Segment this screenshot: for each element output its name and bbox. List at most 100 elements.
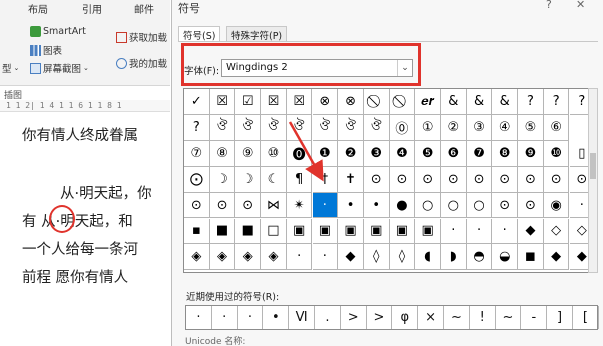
symbol-cell[interactable]: ▣ — [363, 218, 390, 245]
symbol-cell[interactable]: ✓ — [184, 89, 210, 115]
symbol-cell[interactable]: ⊙ — [209, 192, 236, 219]
symbol-cell[interactable]: ☾ — [261, 166, 287, 193]
recent-symbol-cell[interactable]: · — [238, 306, 264, 329]
close-button[interactable]: ✕ — [576, 0, 585, 11]
ribbon-tab-references[interactable]: 引用 — [82, 1, 102, 16]
symbol-cell[interactable]: ❷ — [338, 140, 364, 167]
symbol-cell[interactable]: ▣ — [312, 218, 339, 245]
symbol-cell[interactable]: ○ — [415, 192, 441, 219]
screenshot-button[interactable]: 屏幕截图 ⌄ — [30, 61, 89, 75]
symbol-cell[interactable]: ▣ — [389, 218, 416, 245]
symbol-cell[interactable]: ⊙ — [441, 166, 467, 193]
tab-symbols[interactable]: 符号(S) — [178, 26, 221, 42]
symbol-cell[interactable]: ঔ — [312, 114, 339, 141]
recent-symbol-cell[interactable]: · — [186, 306, 212, 329]
recent-symbols-row[interactable]: · · · • Ⅵ. > > φ × ~! ~ -][ — [185, 305, 599, 330]
recent-symbol-cell[interactable]: - — [521, 306, 548, 329]
symbol-cell[interactable]: ▪ — [184, 218, 210, 245]
symbol-cell[interactable]: ◆ — [518, 218, 544, 245]
symbol-cell[interactable]: ⃠ — [363, 89, 390, 115]
symbol-cell[interactable]: ? — [184, 114, 210, 141]
symbol-cell[interactable]: ❸ — [363, 140, 390, 167]
smartart-button[interactable]: SmartArt — [30, 26, 86, 37]
symbol-cell[interactable]: □ — [261, 218, 287, 245]
symbol-cell[interactable]: ☒ — [286, 89, 313, 115]
symbol-cell[interactable]: & — [492, 89, 519, 115]
symbol-cell[interactable]: ◈ — [184, 244, 210, 271]
symbol-cell[interactable]: ◈ — [261, 244, 287, 271]
symbol-cell[interactable]: ⊗ — [338, 89, 364, 115]
symbol-cell[interactable]: ✝ — [338, 166, 364, 193]
recent-symbol-cell[interactable]: ] — [547, 306, 573, 329]
symbol-cell[interactable]: ❹ — [389, 140, 416, 167]
symbol-cell[interactable]: ⓪ — [389, 114, 416, 141]
symbol-cell[interactable]: ② — [441, 114, 467, 141]
symbol-cell[interactable]: ☽ — [235, 166, 262, 193]
symbol-cell[interactable]: ঔ — [261, 114, 287, 141]
symbol-cell[interactable]: · — [286, 244, 313, 271]
symbol-cell[interactable]: · — [312, 244, 339, 271]
horizontal-ruler[interactable]: 1 1 2| 1 4 1 1 6 1 1 8 1 — [0, 100, 170, 112]
symbol-cell[interactable]: ⊙ — [543, 166, 570, 193]
symbol-cell[interactable]: ☑ — [235, 89, 262, 115]
recent-symbol-cell[interactable]: ~ — [496, 306, 522, 329]
symbol-cell[interactable]: ঔ — [235, 114, 262, 141]
symbol-cell[interactable]: ■ — [235, 218, 262, 245]
recent-symbol-cell[interactable]: • — [263, 306, 290, 329]
tab-special-characters[interactable]: 特殊字符(P) — [226, 26, 288, 42]
symbol-cell[interactable]: ◼ — [518, 244, 544, 271]
symbol-cell[interactable]: ③ — [466, 114, 493, 141]
shapes-stub[interactable]: 型 ⌄ — [2, 61, 19, 75]
recent-symbol-cell[interactable]: . — [315, 306, 341, 329]
symbol-cell[interactable]: ⓿ — [286, 140, 313, 167]
recent-symbol-cell[interactable]: × — [418, 306, 444, 329]
chart-button[interactable]: 图表 — [30, 43, 62, 57]
symbol-cell[interactable]: ■ — [209, 218, 236, 245]
symbol-cell[interactable]: ▣ — [415, 218, 441, 245]
symbol-cell[interactable]: ? — [543, 89, 570, 115]
symbol-cell[interactable]: ● — [389, 192, 416, 219]
symbol-cell[interactable]: ⊗ — [312, 89, 339, 115]
symbol-cell[interactable]: ⊙ — [492, 192, 519, 219]
symbol-cell[interactable]: ⃠ — [389, 89, 416, 115]
recent-symbol-cell[interactable]: · — [212, 306, 238, 329]
symbol-cell[interactable]: ❽ — [492, 140, 519, 167]
help-button[interactable]: ? — [546, 0, 552, 11]
symbol-cell[interactable]: & — [466, 89, 493, 115]
symbol-cell[interactable]: ① — [415, 114, 441, 141]
symbol-cell[interactable]: ⊙ — [466, 166, 493, 193]
symbol-cell[interactable]: ☒ — [209, 89, 236, 115]
symbol-cell[interactable]: ○ — [466, 192, 493, 219]
symbol-cell[interactable]: ❻ — [441, 140, 467, 167]
symbol-cell[interactable]: ◉ — [543, 192, 570, 219]
font-select[interactable]: Wingdings 2 ⌄ — [221, 59, 413, 77]
symbol-grid-scrollbar[interactable] — [588, 88, 598, 273]
symbol-cell[interactable]: ⊙ — [518, 192, 544, 219]
symbol-cell[interactable]: ⊙ — [235, 192, 262, 219]
symbol-cell[interactable]: ❾ — [518, 140, 544, 167]
symbol-cell[interactable]: ⊙ — [518, 166, 544, 193]
symbol-cell[interactable]: ⊙ — [184, 192, 210, 219]
symbol-cell[interactable]: ⑦ — [184, 140, 210, 167]
symbol-cell[interactable]: · — [441, 218, 467, 245]
symbol-cell[interactable]: ঔ — [286, 114, 313, 141]
symbol-cell[interactable]: 𝒆𝒓 — [415, 89, 441, 115]
symbol-grid[interactable]: ✓☒☑☒☒⊗⊗⃠⃠𝒆𝒓&&&????ঔঔঔঔঔঔঔ⓪①②③④⑤⑥⑦⑧⑨⑩⓿❶❷❸… — [183, 88, 596, 273]
symbol-cell[interactable]: ▣ — [286, 218, 313, 245]
symbol-cell[interactable]: ⑤ — [518, 114, 544, 141]
symbol-cell[interactable]: ঔ — [209, 114, 236, 141]
symbol-cell[interactable]: • — [363, 192, 390, 219]
scrollbar-thumb[interactable] — [590, 153, 596, 179]
symbol-cell[interactable]: ¶ — [286, 166, 313, 193]
symbol-cell[interactable]: • — [338, 192, 364, 219]
my-addins-button[interactable]: 我的加载 — [116, 56, 167, 70]
recent-symbol-cell[interactable]: > — [341, 306, 367, 329]
recent-symbol-cell[interactable]: ~ — [444, 306, 470, 329]
symbol-cell[interactable]: † — [312, 166, 339, 193]
symbol-cell[interactable]: ঔ — [363, 114, 390, 141]
symbol-cell[interactable]: ⑩ — [261, 140, 287, 167]
symbol-cell[interactable]: ◆ — [338, 244, 364, 271]
symbol-cell[interactable]: ▣ — [338, 218, 364, 245]
symbol-cell[interactable]: ☽ — [209, 166, 236, 193]
symbol-cell[interactable]: ? — [518, 89, 544, 115]
